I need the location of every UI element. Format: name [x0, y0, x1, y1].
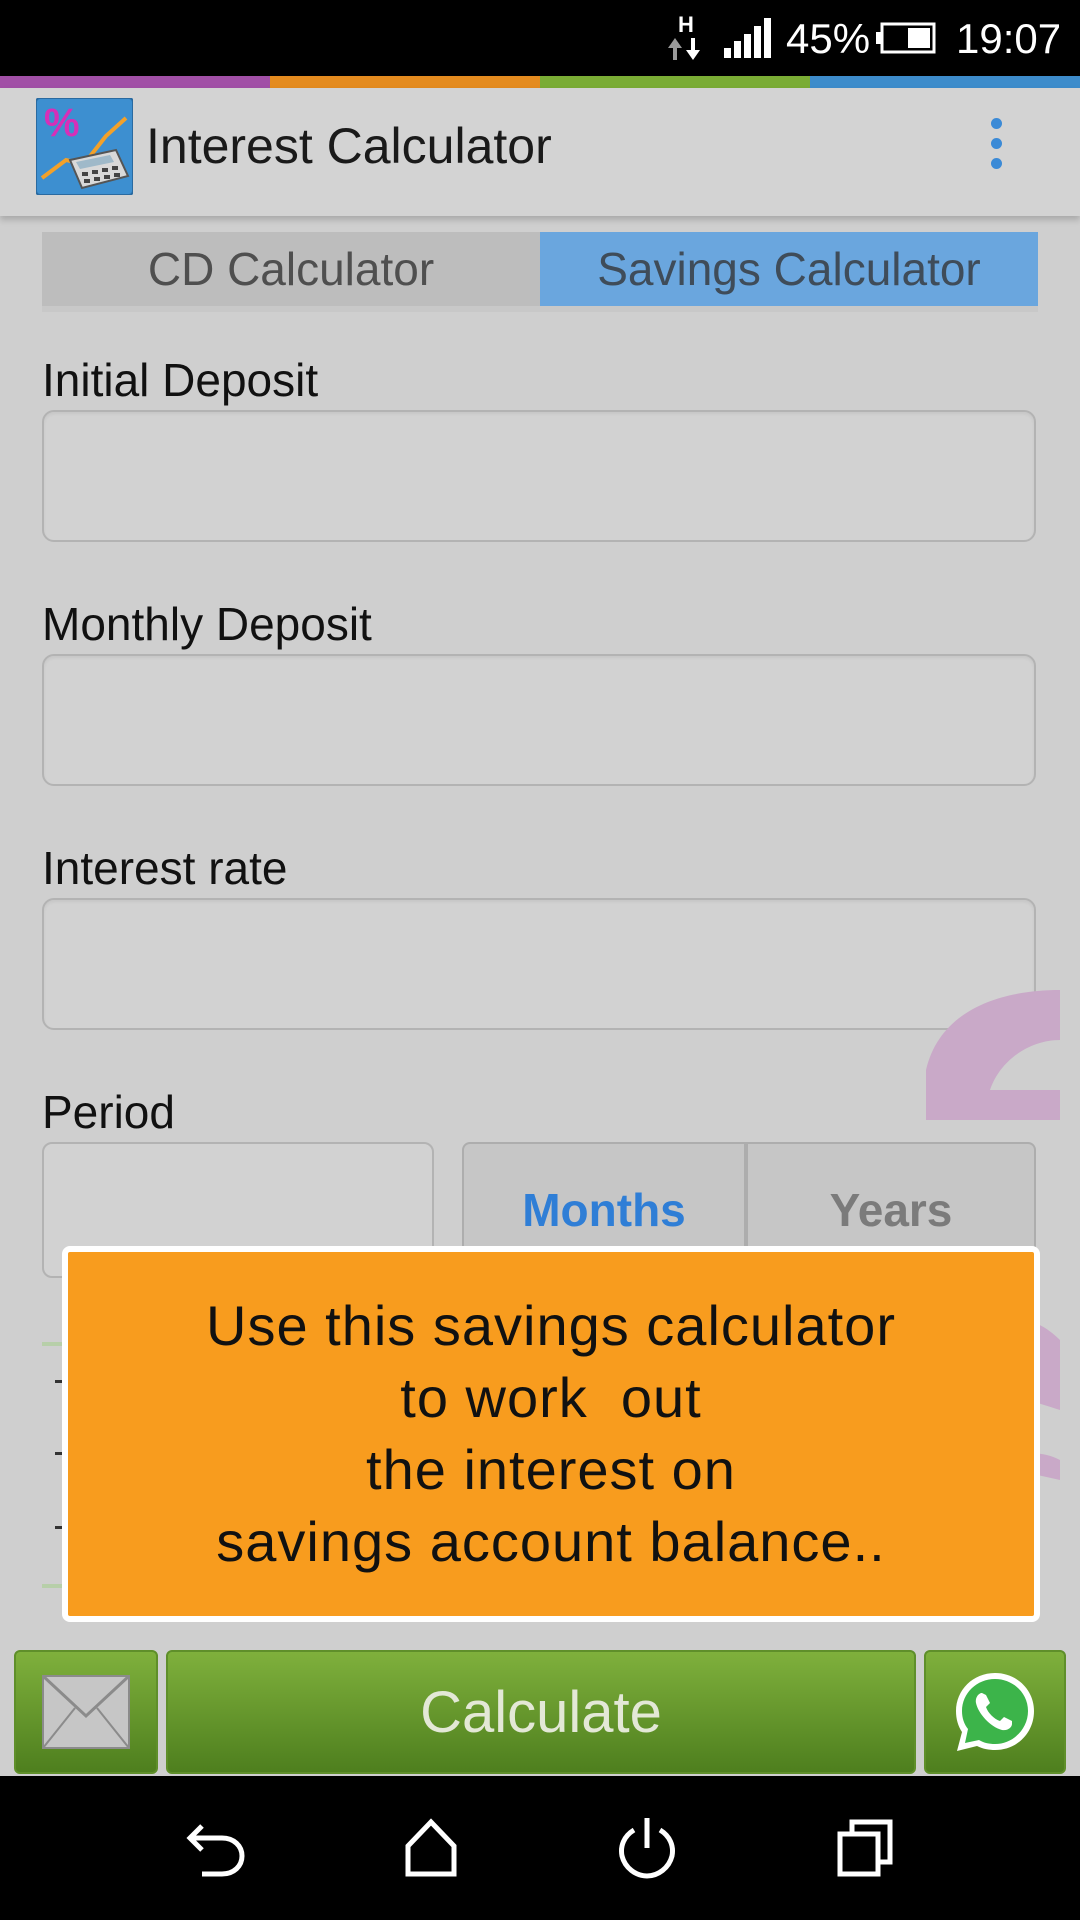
period-label: Period — [42, 1086, 175, 1138]
stripe-segment-orange — [270, 76, 540, 88]
back-icon — [186, 1824, 245, 1877]
envelope-icon — [41, 1674, 131, 1749]
system-nav-bar — [0, 1776, 1080, 1920]
monthly-deposit-label: Monthly Deposit — [42, 598, 372, 650]
tab-cd-calculator[interactable]: CD Calculator — [42, 232, 540, 312]
initial-deposit-field — [42, 410, 1036, 542]
interest-rate-input[interactable] — [44, 900, 1034, 1028]
brand-stripe — [0, 76, 1080, 88]
svg-text:H: H — [678, 12, 694, 37]
app-title: Interest Calculator — [146, 118, 552, 174]
toast-line: to work out — [400, 1366, 702, 1429]
clock: 19:07 — [956, 15, 1062, 62]
stripe-segment-blue — [810, 76, 1080, 88]
power-button[interactable] — [612, 1812, 682, 1882]
calculate-button[interactable]: Calculate — [166, 1650, 916, 1774]
initial-deposit-input[interactable] — [44, 412, 1034, 540]
stripe-segment-purple — [0, 76, 270, 88]
overflow-menu-icon[interactable] — [984, 118, 1008, 178]
stripe-segment-green — [540, 76, 810, 88]
tab-savings-calculator[interactable]: Savings Calculator — [540, 232, 1038, 312]
signal-strength-icon — [724, 18, 774, 58]
power-icon — [619, 1818, 675, 1879]
interest-rate-field — [42, 898, 1036, 1030]
info-toast: Use this savings calculator to work out … — [62, 1246, 1040, 1622]
battery-percent: 45% — [786, 15, 871, 62]
network-type-icon: H — [664, 10, 708, 66]
toast-line: savings account balance.. — [216, 1510, 886, 1573]
app-bar: % Interest Calculator — [0, 88, 1080, 216]
home-button[interactable] — [396, 1812, 466, 1882]
action-bar: Calculate — [0, 1646, 1080, 1776]
monthly-deposit-input[interactable] — [44, 656, 1034, 784]
interest-rate-label: Interest rate — [42, 842, 288, 894]
home-icon — [405, 1818, 457, 1877]
initial-deposit-label: Initial Deposit — [42, 354, 319, 406]
whatsapp-share-button[interactable] — [924, 1650, 1066, 1774]
status-bar: H 45% 19:07 — [0, 0, 1080, 76]
toast-line: the interest on — [366, 1438, 736, 1501]
app-logo-icon: % — [35, 97, 134, 196]
toast-line: Use this savings calculator — [206, 1294, 896, 1357]
back-button[interactable] — [180, 1812, 250, 1882]
whatsapp-icon — [956, 1673, 1034, 1751]
svg-text:%: % — [44, 101, 80, 145]
battery-icon — [876, 22, 936, 54]
monthly-deposit-field — [42, 654, 1036, 786]
recent-apps-icon — [837, 1819, 893, 1877]
recent-apps-button[interactable] — [830, 1812, 900, 1882]
email-button[interactable] — [14, 1650, 158, 1774]
calculator-tabs: CD Calculator Savings Calculator — [42, 232, 1038, 312]
